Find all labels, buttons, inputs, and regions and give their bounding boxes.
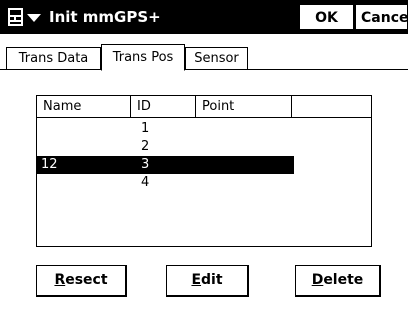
title-bar: Init mmGPS+ OK Cancel: [0, 0, 408, 34]
mnemonic-e: E: [191, 272, 202, 288]
cell-id: 3: [141, 157, 150, 172]
column-header-point[interactable]: Point: [196, 96, 292, 118]
cancel-button[interactable]: Cancel: [355, 4, 408, 30]
ok-button[interactable]: OK: [299, 4, 354, 30]
window-title: Init mmGPS+: [49, 8, 161, 26]
tab-trans-pos[interactable]: Trans Pos: [101, 44, 185, 71]
mnemonic-d: D: [311, 272, 324, 288]
resect-button[interactable]: Resect: [36, 265, 127, 297]
cell-id: 1: [141, 121, 150, 136]
windows-start-menu-icon: [8, 8, 41, 26]
delete-button[interactable]: Delete: [295, 265, 381, 297]
cell-id: 2: [141, 139, 150, 154]
column-header-blank[interactable]: [292, 96, 371, 118]
mnemonic-r: R: [54, 272, 66, 288]
tab-divider: [0, 69, 408, 70]
table-row[interactable]: 4: [37, 174, 294, 192]
dropdown-arrow-icon: [27, 14, 41, 22]
column-header-id[interactable]: ID: [131, 96, 196, 118]
cell-name: 12: [41, 157, 58, 172]
resect-label: esect: [65, 272, 108, 288]
tab-strip: Trans Data Trans Pos Sensor: [0, 44, 408, 71]
tab-sensor[interactable]: Sensor: [185, 47, 248, 70]
table-row[interactable]: 2: [37, 138, 294, 156]
edit-label: dit: [201, 272, 223, 288]
edit-button[interactable]: Edit: [166, 265, 249, 297]
column-header-name[interactable]: Name: [37, 96, 131, 118]
table-row-selected[interactable]: 12 3: [37, 156, 294, 174]
cell-id: 4: [141, 175, 150, 190]
delete-label: elete: [323, 272, 364, 288]
start-menu-button[interactable]: [6, 5, 46, 29]
tab-trans-data[interactable]: Trans Data: [6, 47, 101, 70]
table-row[interactable]: 1: [37, 120, 294, 138]
transmitter-list[interactable]: Name ID Point 1 2 12 3 4: [36, 95, 372, 247]
